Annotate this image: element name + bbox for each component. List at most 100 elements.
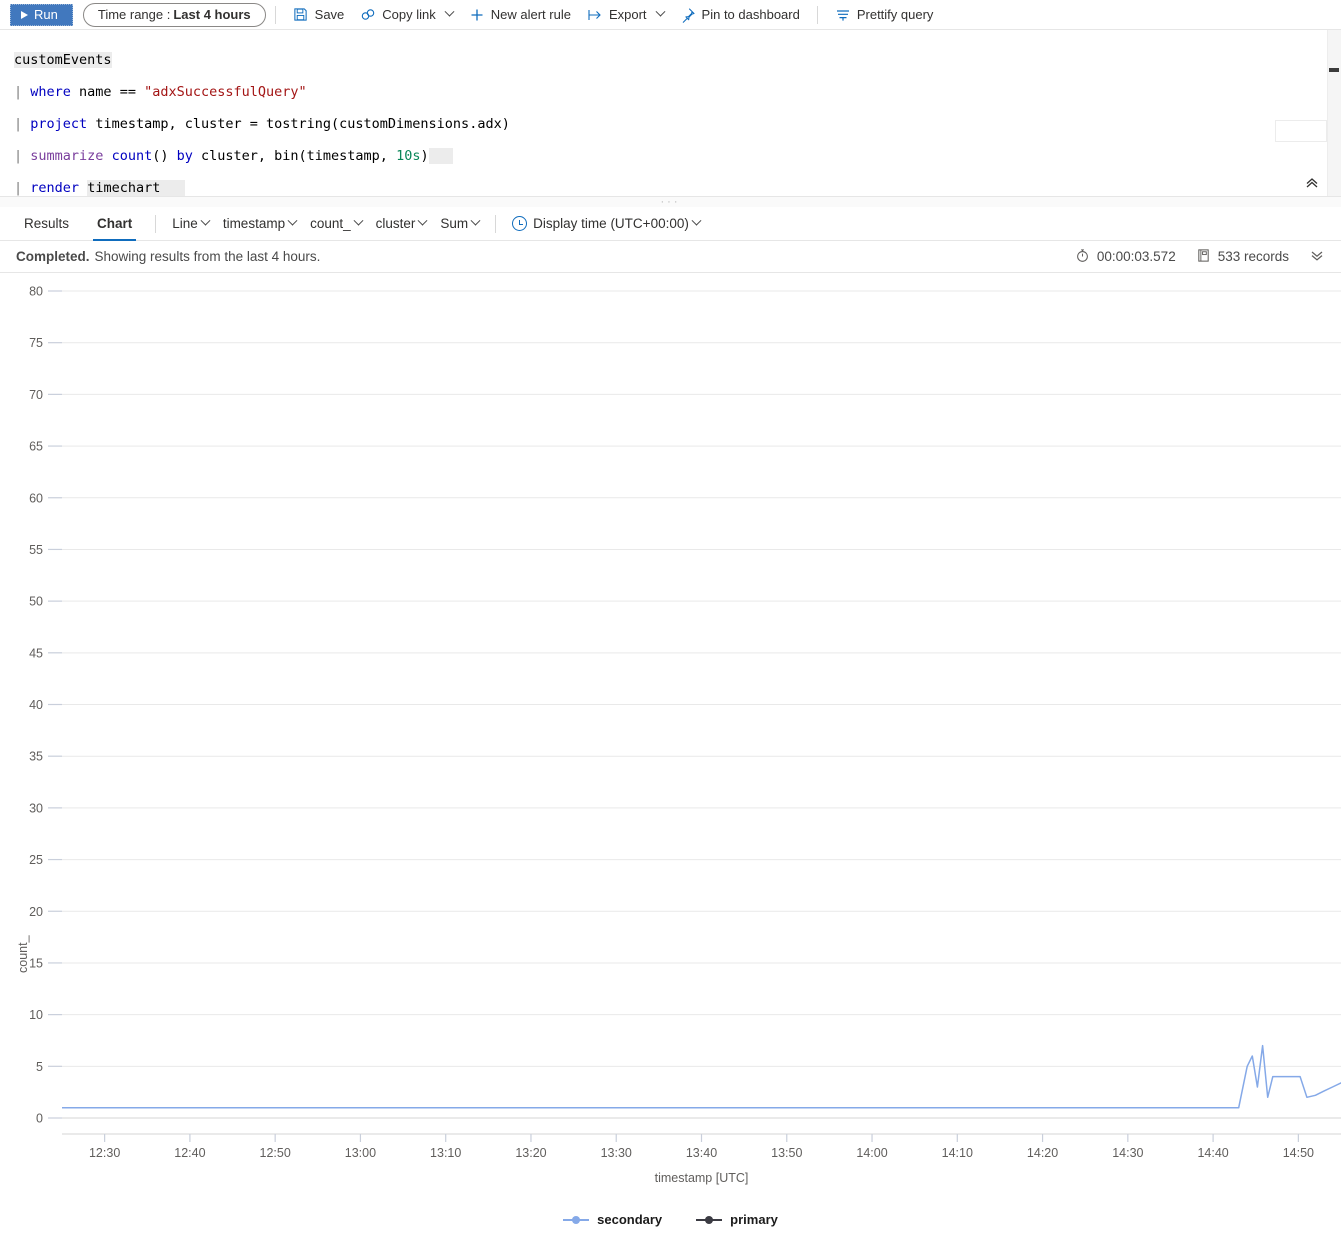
tab-results[interactable]: Results [10,207,83,241]
display-time-label: Display time (UTC+00:00) [533,216,689,231]
series-line-secondary [62,1044,1341,1109]
export-label: Export [608,7,647,22]
plus-icon [469,7,485,23]
svg-text:25: 25 [29,853,43,867]
chart-type-selector[interactable]: Line [165,211,216,237]
timechart[interactable]: 05101520253035404550556065707580 12:30 12… [0,273,1341,1203]
copy-link-label: Copy link [382,7,436,22]
status-state: Completed. [16,249,90,264]
svg-text:65: 65 [29,440,43,454]
svg-text:55: 55 [29,543,43,557]
y-axis-title: count_ [16,935,30,973]
svg-text:13:10: 13:10 [430,1146,461,1160]
svg-text:50: 50 [29,595,43,609]
x-axis-selector[interactable]: timestamp [216,211,303,237]
split-by-selector[interactable]: cluster [369,211,434,237]
splitter-handle: ··· [660,196,681,208]
split-by-label: cluster [375,216,416,231]
legend-item-secondary[interactable]: secondary [563,1212,662,1227]
tabs-divider [155,214,157,233]
chevron-down-icon[interactable] [691,215,702,226]
save-label: Save [314,7,345,22]
editor-overlay-box [1275,120,1327,142]
svg-text:12:50: 12:50 [260,1146,291,1160]
svg-text:75: 75 [29,336,43,350]
chevron-down-icon[interactable] [353,215,364,226]
query-line: | render timechart [14,180,185,196]
status-bar: Completed. Showing results from the last… [0,241,1341,273]
save-button[interactable]: Save [285,2,353,28]
time-range-value: Last 4 hours [173,7,251,22]
svg-text:14:20: 14:20 [1027,1146,1058,1160]
chevron-down-icon[interactable] [655,6,665,17]
elapsed-time: 00:00:03.572 [1075,248,1176,266]
timer-icon [1075,248,1090,266]
svg-text:14:10: 14:10 [942,1146,973,1160]
svg-text:13:20: 13:20 [515,1146,546,1160]
legend-label-primary: primary [730,1212,778,1227]
chevron-down-icon[interactable] [470,215,481,226]
svg-text:10: 10 [29,1008,43,1022]
svg-text:13:30: 13:30 [601,1146,632,1160]
svg-text:14:30: 14:30 [1112,1146,1143,1160]
svg-text:0: 0 [36,1112,43,1126]
chevron-down-icon[interactable] [417,215,428,226]
chart-container: count_ 0 5 10 15 20 25 30 35 40 45 50 55 60 65 70 75 80 … [0,273,1341,1235]
x-axis-label: timestamp [222,216,286,231]
status-message: Showing results from the last 4 hours. [94,249,321,264]
play-icon [21,10,28,19]
grid-lines [62,290,1341,1119]
svg-text:70: 70 [29,388,43,402]
svg-text:35: 35 [29,750,43,764]
query-editor[interactable]: customEvents | where name == "adxSuccess… [0,29,1341,197]
tab-chart-label: Chart [97,216,133,231]
run-button[interactable]: Run [10,3,73,26]
prettify-query-button[interactable]: Prettify query [827,2,942,28]
series-lines [62,1044,1341,1109]
time-range-picker[interactable]: Time range : Last 4 hours [82,2,266,27]
aggregation-selector[interactable]: Sum [433,211,486,237]
new-alert-rule-button[interactable]: New alert rule [461,2,579,28]
svg-text:5: 5 [36,1060,43,1074]
query-editor-text[interactable]: customEvents | where name == "adxSuccess… [0,30,1341,196]
prettify-icon [835,7,851,23]
y-axis-selector[interactable]: count_ [303,211,369,237]
tab-chart[interactable]: Chart [83,207,146,241]
new-alert-rule-label: New alert rule [490,7,571,22]
pin-to-dashboard-button[interactable]: Pin to dashboard [672,2,808,28]
record-count: 533 records [1196,248,1289,266]
toolbar: Run Time range : Last 4 hours Save Copy … [0,0,1341,29]
collapse-editor-button[interactable] [1305,176,1319,192]
expand-details-button[interactable] [1309,247,1325,266]
legend-item-primary[interactable]: primary [696,1212,778,1227]
display-time-selector[interactable]: Display time (UTC+00:00) [505,211,707,237]
x-axis-ticks: 12:30 12:40 12:50 13:00 13:10 13:20 13:30 13:40… [62,1133,1341,1160]
tabs-divider [495,214,497,233]
query-line-0: customEvents [14,52,112,68]
svg-text:12:40: 12:40 [174,1146,205,1160]
chevron-down-icon[interactable] [444,6,455,17]
svg-text:20: 20 [29,905,43,919]
svg-text:30: 30 [29,801,43,815]
run-button-label: Run [34,7,58,22]
prettify-query-label: Prettify query [856,7,934,22]
legend-marker-secondary [563,1214,590,1226]
svg-text:13:40: 13:40 [686,1146,717,1160]
chevron-down-icon[interactable] [200,215,211,226]
aggregation-label: Sum [440,216,469,231]
copy-link-button[interactable]: Copy link [352,2,460,28]
chart-legend: secondary primary [0,1212,1341,1227]
scrollbar-thumb[interactable] [1329,68,1339,72]
pin-icon [680,7,696,23]
query-line: | project timestamp, cluster = tostring(… [14,116,510,132]
records-icon [1196,248,1211,266]
panel-splitter[interactable]: ··· [0,196,1341,208]
export-button[interactable]: Export [579,2,672,28]
results-tabs-bar: Results Chart Line timestamp count_ clus… [0,207,1341,241]
y-axis-ticks: 0 5 10 15 20 25 30 35 40 45 50 55 60 65 70 75 80 [29,285,62,1126]
chevron-down-icon[interactable] [287,215,298,226]
svg-text:13:50: 13:50 [771,1146,802,1160]
legend-label-secondary: secondary [597,1212,663,1227]
editor-vertical-scrollbar[interactable] [1327,30,1341,196]
chart-type-label: Line [172,216,198,231]
